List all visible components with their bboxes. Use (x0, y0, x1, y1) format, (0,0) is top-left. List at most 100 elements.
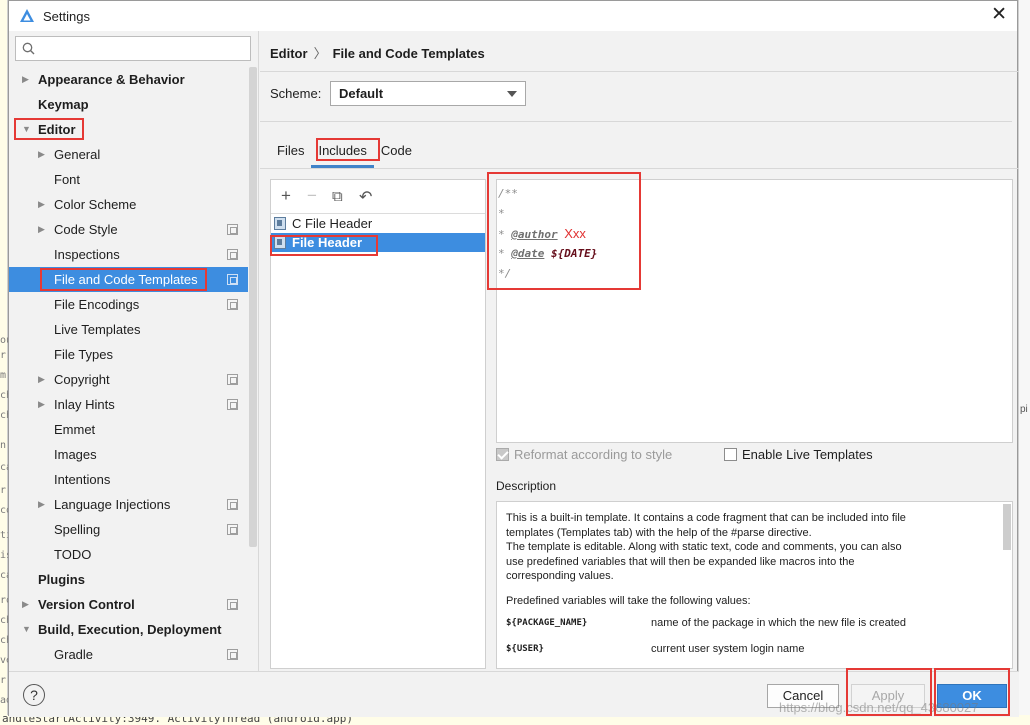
chevron-right-icon[interactable]: ▶ (38, 492, 45, 517)
project-settings-icon (227, 249, 238, 260)
variable-desc: name of the package in which the new fil… (651, 616, 906, 629)
help-button[interactable]: ? (23, 684, 45, 706)
chevron-right-icon[interactable]: ▶ (38, 392, 45, 417)
checkbox-icon (496, 448, 509, 461)
remove-icon[interactable]: − (307, 186, 317, 206)
scheme-value: Default (339, 86, 384, 101)
chevron-right-icon[interactable]: ▶ (22, 592, 29, 617)
project-settings-icon (227, 274, 238, 285)
chevron-right-icon[interactable]: ▶ (38, 217, 45, 242)
reformat-checkbox[interactable]: Reformat according to style (496, 447, 672, 462)
project-settings-icon (227, 524, 238, 535)
sidebar-item-label: Live Templates (54, 322, 141, 337)
settings-sidebar: ▶ Appearance & Behavior Keymap ▼ Editor ▶ Gene… (9, 31, 259, 671)
sidebar-item-general[interactable]: ▶ General (9, 142, 248, 167)
sidebar-scrollbar[interactable] (249, 67, 257, 547)
project-settings-icon (227, 299, 238, 310)
sidebar-item-editor[interactable]: ▼ Editor (9, 117, 248, 142)
sidebar-item-language-injections[interactable]: ▶ Language Injections (9, 492, 248, 517)
description-line: templates (Templates tab) with the help … (506, 526, 812, 539)
add-icon[interactable]: + (281, 186, 291, 206)
code-prefix: * (498, 247, 512, 260)
divider (260, 71, 1019, 72)
template-label: File Header (292, 235, 363, 250)
sidebar-item-label: Keymap (38, 97, 89, 112)
description-line: The template is editable. Along with sta… (506, 541, 902, 553)
breadcrumb-separator: 〉 (313, 46, 327, 61)
date-tag: @date (511, 247, 545, 260)
sidebar-item-label: Font (54, 172, 81, 187)
file-template-icon (274, 217, 286, 230)
sidebar-item-inlay-hints[interactable]: ▶ Inlay Hints (9, 392, 248, 417)
settings-tree: ▶ Appearance & Behavior Keymap ▼ Editor ▶ Gene… (9, 67, 248, 667)
checkbox-icon (724, 448, 737, 461)
sidebar-item-file-and-code-templates[interactable]: File and Code Templates (9, 267, 248, 292)
file-template-icon (274, 236, 286, 249)
tab-files[interactable]: Files (270, 139, 311, 165)
sidebar-item-gradle[interactable]: Gradle (9, 642, 248, 667)
chevron-down-icon[interactable]: ▼ (22, 617, 31, 642)
sidebar-item-intentions[interactable]: Intentions (9, 467, 248, 492)
tab-code[interactable]: Code (374, 139, 419, 165)
reformat-label: Reformat according to style (514, 447, 673, 462)
sidebar-item-appearance-behavior[interactable]: ▶ Appearance & Behavior (9, 67, 248, 92)
sidebar-item-copyright[interactable]: ▶ Copyright (9, 367, 248, 392)
reset-icon[interactable]: ↶ (359, 187, 372, 207)
sidebar-item-file-encodings[interactable]: File Encodings (9, 292, 248, 317)
sidebar-item-label: Gradle (54, 647, 94, 662)
code-prefix: * (498, 228, 512, 241)
sidebar-item-live-templates[interactable]: Live Templates (9, 317, 248, 342)
project-settings-icon (227, 649, 238, 660)
breadcrumb-parent[interactable]: Editor (270, 46, 308, 61)
template-item-file-header[interactable]: File Header (271, 233, 485, 252)
sidebar-item-label: Inlay Hints (54, 397, 115, 412)
variable-name: ${USER} (506, 643, 544, 654)
template-item-c-file-header[interactable]: C File Header (271, 214, 485, 233)
title-bar: Settings ✕ (9, 1, 1017, 31)
sidebar-item-code-style[interactable]: ▶ Code Style (9, 217, 248, 242)
settings-search-input[interactable] (15, 36, 251, 61)
chevron-right-icon[interactable]: ▶ (38, 142, 45, 167)
breadcrumb: Editor 〉 File and Code Templates (270, 43, 485, 62)
code-line: * @date ${DATE} (497, 244, 1012, 264)
sidebar-item-version-control[interactable]: ▶ Version Control (9, 592, 248, 617)
chevron-right-icon[interactable]: ▶ (22, 67, 29, 92)
sidebar-item-label: Images (54, 447, 97, 462)
sidebar-item-plugins[interactable]: Plugins (9, 567, 248, 592)
template-editor[interactable]: /** * * @author Xxx * @date ${DATE} */ (496, 179, 1013, 443)
template-tabs: Files Includes Code (270, 139, 419, 168)
author-value: Xxx (564, 226, 586, 241)
project-settings-icon (227, 224, 238, 235)
sidebar-item-label: Language Injections (54, 497, 171, 512)
sidebar-item-spelling[interactable]: Spelling (9, 517, 248, 542)
sidebar-item-images[interactable]: Images (9, 442, 248, 467)
sidebar-item-color-scheme[interactable]: ▶ Color Scheme (9, 192, 248, 217)
divider (260, 168, 1019, 169)
sidebar-item-label: Editor (38, 122, 76, 137)
copy-icon[interactable]: ⧉ (332, 188, 343, 205)
sidebar-item-label: Code Style (54, 222, 118, 237)
chevron-right-icon[interactable]: ▶ (38, 367, 45, 392)
sidebar-item-label: Plugins (38, 572, 85, 587)
sidebar-item-inspections[interactable]: Inspections (9, 242, 248, 267)
background-fragment: r (0, 350, 7, 361)
description-text: This is a built-in template. It contains… (506, 511, 1002, 584)
chevron-right-icon[interactable]: ▶ (38, 192, 45, 217)
enable-live-templates-checkbox[interactable]: Enable Live Templates (724, 447, 873, 462)
window-title: Settings (43, 8, 90, 24)
sidebar-item-font[interactable]: Font (9, 167, 248, 192)
sidebar-item-emmet[interactable]: Emmet (9, 417, 248, 442)
sidebar-item-keymap[interactable]: Keymap (9, 92, 248, 117)
date-variable: ${DATE} (551, 247, 598, 260)
sidebar-item-file-types[interactable]: File Types (9, 342, 248, 367)
tab-includes[interactable]: Includes (311, 139, 375, 168)
chevron-down-icon[interactable]: ▼ (22, 117, 31, 142)
description-scrollbar[interactable] (1003, 504, 1011, 550)
sidebar-item-label: File Encodings (54, 297, 140, 312)
sidebar-item-build-execution-deployment[interactable]: ▼ Build, Execution, Deployment (9, 617, 248, 642)
sidebar-item-label: Copyright (54, 372, 110, 387)
sidebar-item-todo[interactable]: TODO (9, 542, 248, 567)
scheme-dropdown[interactable]: Default (330, 81, 526, 106)
variable-row: ${USER} current user system login name (506, 636, 1002, 662)
close-icon[interactable]: ✕ (991, 5, 1007, 25)
